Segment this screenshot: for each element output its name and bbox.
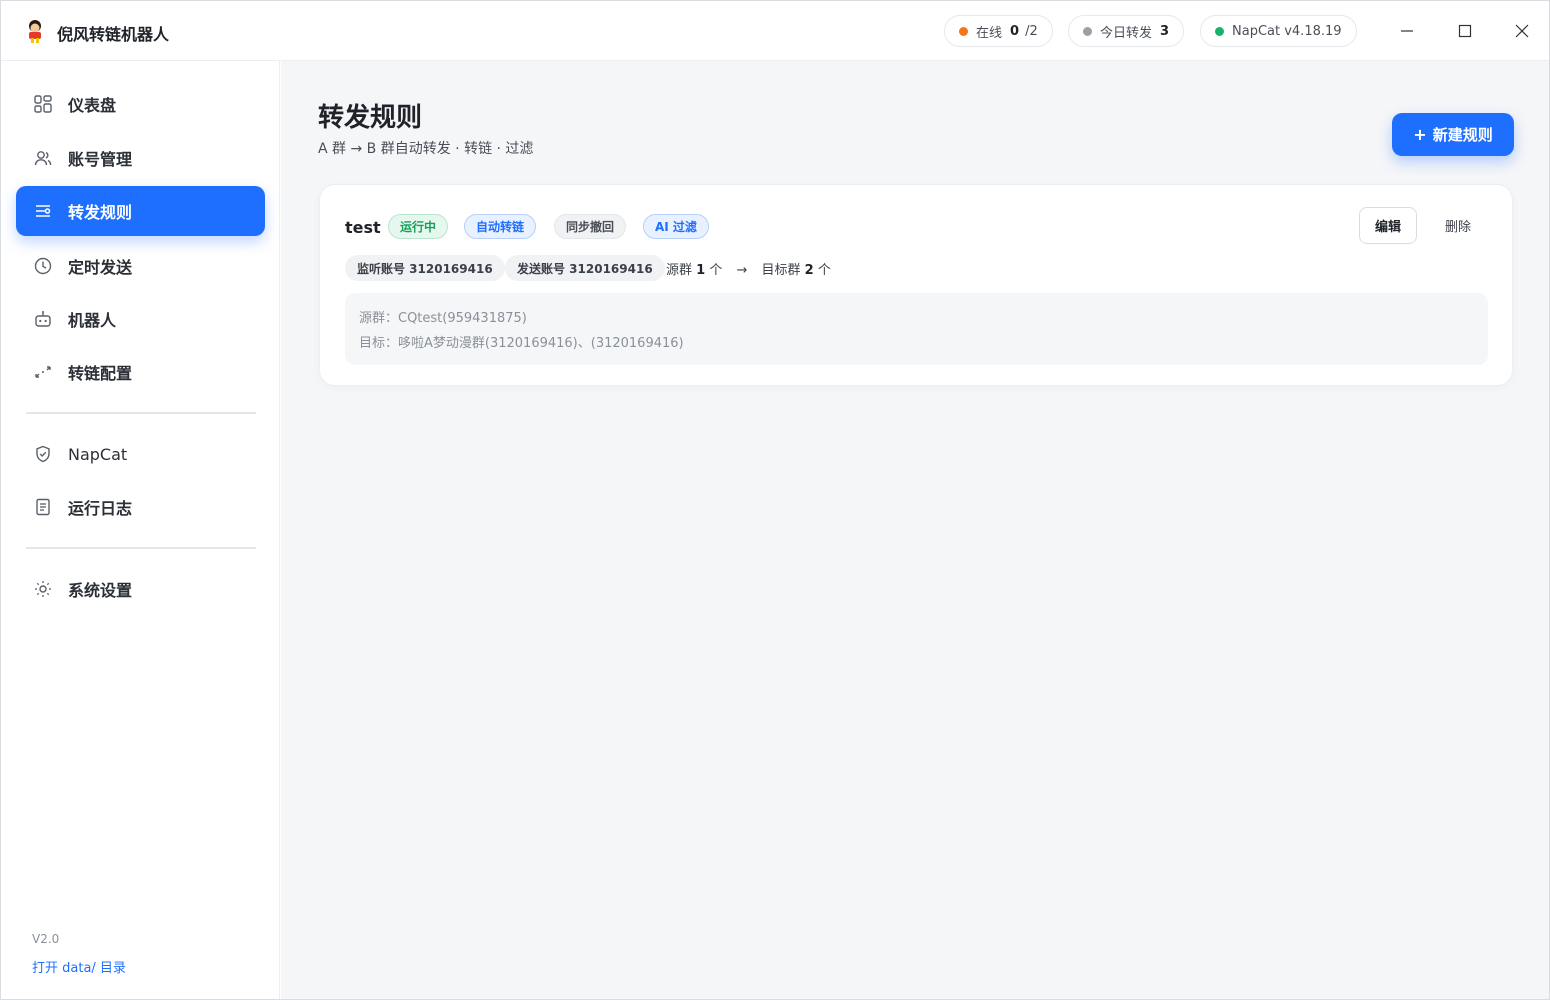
sidebar-divider: [26, 412, 256, 414]
app-logo-icon: [29, 20, 41, 43]
minimize-button[interactable]: [1390, 15, 1424, 47]
log-icon: [33, 497, 53, 517]
target-count: 2: [804, 263, 814, 278]
sun-settings-icon: [33, 579, 53, 599]
users-icon: [33, 148, 53, 168]
source-count: 1: [696, 263, 706, 278]
online-status-dot: [959, 26, 968, 36]
napcat-label: NapCat v4.18.19: [1232, 23, 1342, 39]
tag-auto-convert: 自动转链: [464, 214, 537, 239]
sidebar: 仪表盘 账号管理 转发规则 定时发送 机器人 转链配置 NapCat 运行日志 …: [1, 61, 280, 999]
rule-card: test 运行中 自动转链 同步撤回 AI 过滤 监听账号 3120169416…: [319, 184, 1513, 386]
group-flow: 源群 1 个 → 目标群 2 个: [666, 259, 831, 278]
sidebar-item-label: NapCat: [68, 444, 128, 464]
sidebar-item-label: 系统设置: [68, 581, 133, 600]
title-bar: 倪风转链机器人 在线 0 /2 今日转发 3 NapCat v4.18.19: [1, 1, 1549, 61]
new-rule-button[interactable]: + 新建规则: [1392, 113, 1514, 156]
main-content: 转发规则 A 群 → B 群自动转发 · 转链 · 过滤 + 新建规则 test…: [281, 61, 1549, 999]
status-badge-running: 运行中: [388, 214, 449, 239]
edit-button[interactable]: 编辑: [1359, 207, 1417, 244]
sidebar-item-label: 仪表盘: [68, 96, 117, 115]
page-title: 转发规则: [318, 103, 423, 133]
sidebar-divider: [26, 547, 256, 549]
maximize-button[interactable]: [1448, 15, 1482, 47]
forward-status-dot: [1083, 26, 1092, 36]
tag-sync-recall: 同步撤回: [554, 214, 627, 239]
sidebar-item-robot[interactable]: 机器人: [16, 294, 265, 344]
sidebar-item-label: 转链配置: [68, 364, 133, 383]
source-suffix: 个: [705, 263, 723, 278]
online-status-pill: 在线 0 /2: [944, 15, 1053, 47]
app-window: 倪风转链机器人 在线 0 /2 今日转发 3 NapCat v4.18.19 仪…: [0, 0, 1550, 1000]
sidebar-item-forward-rules[interactable]: 转发规则: [16, 186, 265, 236]
close-icon: [1515, 24, 1529, 38]
version-label: V2.0: [32, 932, 60, 946]
online-count: 0: [1010, 23, 1020, 39]
source-group-detail: 源群：CQtest(959431875): [359, 311, 527, 326]
plus-icon: +: [1413, 125, 1427, 144]
dashboard-icon: [33, 94, 53, 114]
rule-name: test: [345, 218, 381, 237]
sidebar-item-scheduled-send[interactable]: 定时发送: [16, 241, 265, 291]
online-label: 在线: [976, 25, 1003, 41]
sidebar-item-label: 运行日志: [68, 499, 133, 518]
sliders-icon: [33, 201, 53, 221]
close-button[interactable]: [1505, 15, 1539, 47]
rule-detail-box: 源群：CQtest(959431875) 目标：哆啦A梦动漫群(31201694…: [345, 293, 1488, 365]
listen-account-chip: 监听账号 3120169416: [345, 255, 505, 281]
send-account-chip: 发送账号 3120169416: [505, 255, 665, 281]
flow-arrow: →: [736, 263, 748, 278]
minimize-icon: [1401, 30, 1413, 32]
forward-status-pill: 今日转发 3: [1068, 15, 1185, 47]
sidebar-item-run-log[interactable]: 运行日志: [16, 482, 265, 532]
app-title: 倪风转链机器人: [57, 25, 170, 44]
new-rule-label: 新建规则: [1432, 126, 1493, 144]
sidebar-item-system-settings[interactable]: 系统设置: [16, 564, 265, 614]
sidebar-item-dashboard[interactable]: 仪表盘: [16, 79, 265, 129]
napcat-status-dot: [1215, 26, 1224, 36]
sidebar-item-label: 转发规则: [68, 203, 133, 222]
sidebar-item-napcat[interactable]: NapCat: [16, 429, 265, 479]
open-data-dir-link[interactable]: 打开 data/ 目录: [32, 957, 126, 976]
sidebar-item-label: 账号管理: [68, 150, 133, 169]
forward-count: 3: [1160, 23, 1170, 39]
target-prefix: 目标群: [761, 263, 805, 278]
online-total: /2: [1025, 23, 1038, 39]
link-convert-icon: [33, 362, 53, 382]
sidebar-item-label: 定时发送: [68, 258, 133, 277]
sidebar-item-link-config[interactable]: 转链配置: [16, 347, 265, 397]
page-subtitle: A 群 → B 群自动转发 · 转链 · 过滤: [318, 141, 534, 157]
sidebar-item-accounts[interactable]: 账号管理: [16, 133, 265, 183]
forward-label: 今日转发: [1100, 25, 1153, 41]
shield-icon: [33, 444, 53, 464]
maximize-icon: [1458, 24, 1472, 38]
target-group-detail: 目标：哆啦A梦动漫群(3120169416)、(3120169416): [359, 336, 684, 351]
tag-ai-filter: AI 过滤: [643, 214, 709, 239]
robot-icon: [33, 309, 53, 329]
sidebar-item-label: 机器人: [68, 311, 117, 330]
clock-icon: [33, 256, 53, 276]
napcat-status-pill: NapCat v4.18.19: [1200, 15, 1357, 47]
target-suffix: 个: [813, 263, 831, 278]
delete-button[interactable]: 删除: [1432, 207, 1484, 244]
source-prefix: 源群: [666, 263, 697, 278]
